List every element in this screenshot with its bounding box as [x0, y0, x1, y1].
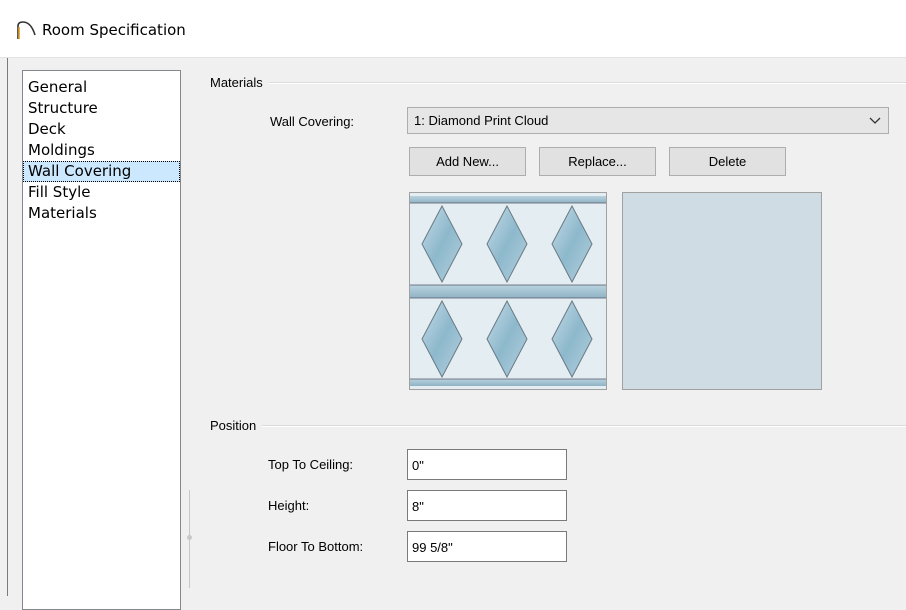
height-label: Height: [268, 498, 310, 513]
splitter-handle[interactable] [187, 535, 192, 540]
floor-to-bottom-field[interactable] [407, 531, 567, 562]
materials-group-divider [210, 82, 906, 84]
floor-to-bottom-label: Floor To Bottom: [268, 539, 364, 554]
delete-button[interactable]: Delete [669, 147, 786, 176]
position-group-label: Position [210, 418, 263, 433]
diamond-pattern-image [410, 193, 606, 389]
height-input[interactable] [408, 491, 562, 520]
top-to-ceiling-label: Top To Ceiling: [268, 457, 354, 472]
floor-to-bottom-input[interactable] [408, 532, 562, 561]
window-title: Room Specification [42, 21, 186, 39]
wall-covering-value: 1: Diamond Print Cloud [414, 113, 549, 128]
category-list[interactable]: General Structure Deck Moldings Wall Cov… [22, 70, 181, 610]
wall-covering-texture-preview [409, 192, 607, 390]
sidebar-item-structure[interactable]: Structure [23, 98, 180, 119]
room-arch-icon [17, 21, 36, 39]
add-new-button[interactable]: Add New... [409, 147, 526, 176]
materials-group-label: Materials [210, 75, 269, 90]
sidebar-item-deck[interactable]: Deck [23, 119, 180, 140]
wall-covering-label: Wall Covering: [270, 114, 355, 129]
sidebar-item-materials[interactable]: Materials [23, 203, 180, 224]
replace-button[interactable]: Replace... [539, 147, 656, 176]
sidebar-item-fill-style[interactable]: Fill Style [23, 182, 180, 203]
window-border [7, 0, 8, 596]
sidebar-item-moldings[interactable]: Moldings [23, 140, 180, 161]
sidebar-item-general[interactable]: General [23, 77, 180, 98]
chevron-down-icon [869, 117, 881, 124]
sidebar-item-wall-covering[interactable]: Wall Covering [23, 161, 180, 182]
top-to-ceiling-field[interactable] [407, 449, 567, 480]
height-field[interactable] [407, 490, 567, 521]
top-to-ceiling-input[interactable] [408, 450, 562, 479]
position-group-divider [210, 425, 906, 427]
wall-covering-select[interactable]: 1: Diamond Print Cloud [407, 107, 889, 134]
wall-covering-color-preview [622, 192, 822, 390]
title-bar: Room Specification [0, 0, 906, 58]
